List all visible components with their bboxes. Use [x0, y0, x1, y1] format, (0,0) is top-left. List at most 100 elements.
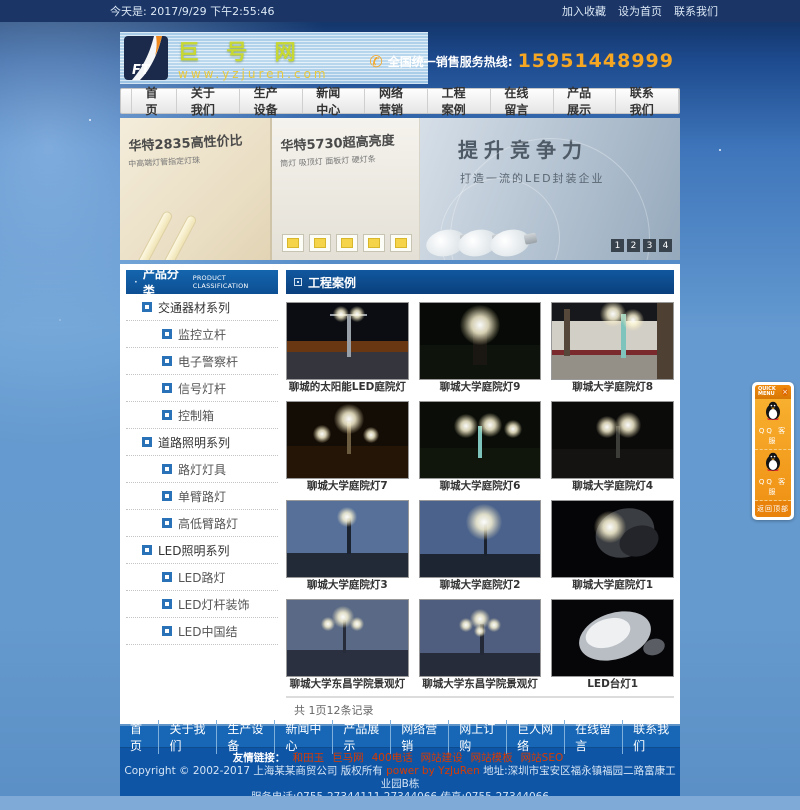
hero-banner[interactable]: 华特2835高性价比 中高端灯管指定灯珠 华特5730超高亮度 筒灯 吸顶灯 面… [120, 118, 680, 260]
square-bullet-icon [162, 383, 172, 393]
project-photo[interactable] [286, 302, 409, 380]
quick-menu-label: QUICK MENU [758, 387, 782, 397]
pager-number[interactable]: 4 [659, 239, 672, 252]
project-photo-card[interactable]: 聊城大学东昌学院景观灯01 [419, 599, 542, 692]
project-photo-card[interactable]: 聊城的太阳能LED庭院灯 [286, 302, 409, 395]
footer-nav-item[interactable]: 网上订购 [448, 720, 506, 754]
sidebar-item[interactable]: 路灯灯具 [126, 456, 278, 483]
friend-link[interactable]: 网站建设 [421, 752, 463, 764]
site-url: www.yzjuren.com [178, 67, 329, 81]
nav-item[interactable]: 产品展示 [554, 89, 617, 113]
project-photo-card[interactable]: 聊城大学庭院灯4 [551, 401, 674, 494]
friend-links-line: 友情链接： 和田玉巨马网 400电话网站建设网站模板网站SEO [120, 752, 680, 765]
phone-icon: ✆ [369, 52, 382, 71]
footer-nav-item[interactable]: 网络营销 [390, 720, 448, 754]
project-photo-card[interactable]: 聊城大学庭院灯9 [419, 302, 542, 395]
sidebar-item[interactable]: 监控立杆 [126, 321, 278, 348]
led-chips-graphic [282, 234, 412, 252]
project-photo[interactable] [551, 302, 674, 380]
led-bulbs-graphic [426, 230, 522, 256]
pager-number[interactable]: 2 [627, 239, 640, 252]
project-photo[interactable] [286, 500, 409, 578]
bullet-icon: · [134, 275, 138, 289]
slider-pager: 1234 [611, 239, 672, 252]
friend-links-label: 友情链接： [233, 752, 286, 764]
project-photo[interactable] [551, 401, 674, 479]
pager-number[interactable]: 1 [611, 239, 624, 252]
square-bullet-icon [162, 626, 172, 636]
sidebar-item[interactable]: 单臂路灯 [126, 483, 278, 510]
nav-item[interactable]: 生产设备 [240, 89, 303, 113]
nav-item[interactable]: 工程案例 [428, 89, 491, 113]
svg-text:FT: FT [132, 63, 151, 78]
pager-number[interactable]: 3 [643, 239, 656, 252]
nav-item[interactable]: 首页 [131, 89, 177, 113]
sidebar-item[interactable]: 电子警察杆 [126, 348, 278, 375]
footer-nav-item[interactable]: 巨人网络 [506, 720, 564, 754]
sidebar-item[interactable]: LED路灯 [126, 564, 278, 591]
close-icon[interactable]: × [782, 388, 788, 396]
photo-caption: 聊城大学庭院灯8 [551, 380, 674, 395]
section-title: 工程案例 [308, 274, 356, 291]
photo-caption: 聊城大学东昌学院景观灯02 [286, 677, 409, 692]
footer-nav-item[interactable]: 生产设备 [216, 720, 274, 754]
hotline-number: 15951448999 [518, 50, 674, 72]
nav-item[interactable]: 关于我们 [177, 89, 240, 113]
nav-item[interactable]: 新闻中心 [303, 89, 366, 113]
footer-nav-item[interactable]: 关于我们 [158, 720, 216, 754]
qq-widget-header: QUICK MENU × [755, 385, 791, 399]
nav-item[interactable]: 网络营销 [365, 89, 428, 113]
footer-nav-item[interactable]: 新闻中心 [274, 720, 332, 754]
project-photo-card[interactable]: 聊城大学庭院灯7 [286, 401, 409, 494]
project-photo[interactable] [551, 500, 674, 578]
project-grid: 聊城的太阳能LED庭院灯 聊城大学庭院灯9 聊城大学庭院灯8 聊城大学庭院灯7 … [286, 302, 674, 692]
back-to-top-button[interactable]: 返回顶部 [755, 501, 791, 517]
sidebar-item[interactable]: 控制箱 [126, 402, 278, 429]
project-photo-card[interactable]: 聊城大学庭院灯2 [419, 500, 542, 593]
footer-nav-item[interactable]: 在线留言 [564, 720, 622, 754]
sidebar-item[interactable]: 高低臂路灯 [126, 510, 278, 537]
project-photo-card[interactable]: 聊城大学庭院灯8 [551, 302, 674, 395]
project-photo[interactable] [419, 500, 542, 578]
project-photo-card[interactable]: 聊城大学庭院灯1 [551, 500, 674, 593]
project-photo[interactable] [551, 599, 674, 677]
powered-by[interactable]: power by YzJuRen [386, 765, 480, 777]
company-logo-icon[interactable]: FT [124, 36, 168, 80]
site-name: 巨 号 网 [178, 36, 329, 66]
topbar-link[interactable]: 联系我们 [674, 3, 718, 19]
qq-service-widget: QUICK MENU × QQ 客 服 [752, 382, 794, 520]
footer-nav-item[interactable]: 产品展示 [332, 720, 390, 754]
sidebar-item[interactable]: 信号灯杆 [126, 375, 278, 402]
project-photo-card[interactable]: LED台灯1 [551, 599, 674, 692]
sidebar-item[interactable]: LED灯杆装饰 [126, 591, 278, 618]
friend-link[interactable]: 网站模板 [471, 752, 513, 764]
project-photo[interactable] [419, 302, 542, 380]
friend-link[interactable]: 网站SEO [521, 752, 564, 764]
photo-caption: 聊城的太阳能LED庭院灯 [286, 380, 409, 395]
topbar-link[interactable]: 设为首页 [618, 3, 662, 19]
qq-service-entry[interactable]: QQ 客 服 [755, 399, 791, 450]
sidebar-item-label: LED灯杆装饰 [178, 596, 250, 613]
topbar-link[interactable]: 加入收藏 [562, 3, 606, 19]
project-photo[interactable] [286, 599, 409, 677]
project-photo[interactable] [419, 401, 542, 479]
footer-nav-item[interactable]: 首页 [120, 720, 158, 754]
qq-service-entry[interactable]: QQ 客 服 [755, 450, 791, 501]
friend-link[interactable]: 巨马网 [332, 752, 364, 764]
sidebar-item[interactable]: LED中国结 [126, 618, 278, 645]
nav-item[interactable]: 在线留言 [491, 89, 554, 113]
project-photo-card[interactable]: 聊城大学东昌学院景观灯02 [286, 599, 409, 692]
sidebar-item[interactable]: LED照明系列 [126, 537, 278, 564]
project-photo-card[interactable]: 聊城大学庭院灯3 [286, 500, 409, 593]
sidebar-item[interactable]: 道路照明系列 [126, 429, 278, 456]
friend-link[interactable]: 和田玉 [293, 752, 325, 764]
project-photo[interactable] [419, 599, 542, 677]
friend-link[interactable]: 400电话 [372, 752, 413, 764]
project-photo[interactable] [286, 401, 409, 479]
page-wrapper: FT 巨 号 网 www.yzjuren.com ✆ 全国统一销售服务热线: 1… [120, 22, 680, 810]
site-name-block[interactable]: 巨 号 网 www.yzjuren.com [178, 36, 329, 81]
square-bullet-icon [162, 491, 172, 501]
footer-nav-item[interactable]: 联系我们 [622, 720, 680, 754]
nav-item[interactable]: 联系我们 [616, 89, 679, 113]
project-photo-card[interactable]: 聊城大学庭院灯6 [419, 401, 542, 494]
